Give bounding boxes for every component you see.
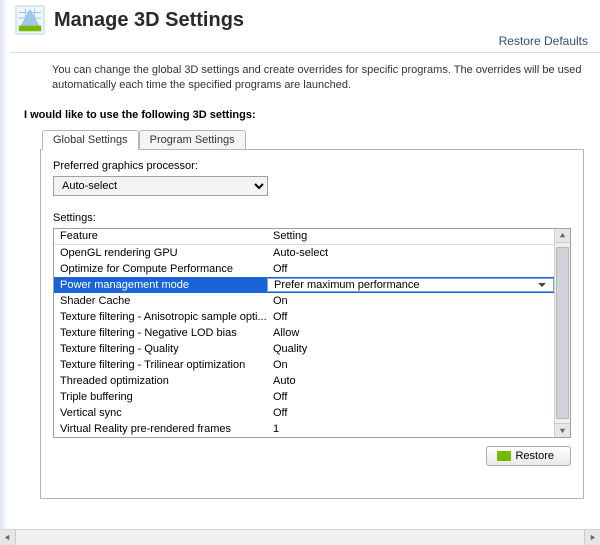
- tab-global-settings[interactable]: Global Settings: [42, 130, 139, 150]
- restore-button-label: Restore: [515, 450, 554, 462]
- settings-row[interactable]: Texture filtering - Anisotropic sample o…: [54, 309, 554, 325]
- settings-row-value[interactable]: Off: [267, 263, 554, 275]
- settings-row-feature: Shader Cache: [54, 295, 267, 307]
- nvidia-icon: [497, 451, 511, 461]
- settings-row-feature: Vertical sync: [54, 407, 267, 419]
- grid-header: Feature Setting: [54, 229, 554, 245]
- settings-row-value[interactable]: Off: [267, 311, 554, 323]
- settings-row-value[interactable]: 1: [267, 423, 554, 435]
- settings-row-feature: Texture filtering - Trilinear optimizati…: [54, 359, 267, 371]
- settings-row[interactable]: Texture filtering - QualityQuality: [54, 341, 554, 357]
- settings-row-value[interactable]: Allow: [267, 327, 554, 339]
- settings-row-feature: OpenGL rendering GPU: [54, 247, 267, 259]
- settings-row[interactable]: Triple bufferingOff: [54, 389, 554, 405]
- settings-row-value[interactable]: Auto-select: [267, 247, 554, 259]
- scroll-up-button[interactable]: [555, 229, 570, 243]
- settings-row[interactable]: Threaded optimizationAuto: [54, 373, 554, 389]
- settings-row-feature: Threaded optimization: [54, 375, 267, 387]
- settings-row-feature: Power management mode: [54, 279, 267, 291]
- settings-row[interactable]: Texture filtering - Trilinear optimizati…: [54, 357, 554, 373]
- restore-button[interactable]: Restore: [486, 446, 571, 466]
- settings-row-feature: Texture filtering - Negative LOD bias: [54, 327, 267, 339]
- settings-row[interactable]: Optimize for Compute PerformanceOff: [54, 261, 554, 277]
- col-header-setting[interactable]: Setting: [267, 230, 554, 242]
- settings-row-feature: Optimize for Compute Performance: [54, 263, 267, 275]
- settings-row[interactable]: OpenGL rendering GPUAuto-select: [54, 245, 554, 261]
- settings-row[interactable]: Vertical syncOff: [54, 405, 554, 421]
- preferred-processor-label: Preferred graphics processor:: [53, 160, 571, 172]
- settings-label: Settings:: [53, 212, 571, 224]
- settings-row-value[interactable]: Prefer maximum performance: [267, 278, 554, 292]
- page-title: Manage 3D Settings: [54, 9, 244, 32]
- section-label: I would like to use the following 3D set…: [24, 109, 590, 121]
- scroll-down-button[interactable]: [555, 423, 570, 437]
- tab-panel-global: Preferred graphics processor: Auto-selec…: [40, 149, 584, 499]
- header: Manage 3D Settings Restore Defaults: [10, 0, 600, 53]
- restore-defaults-link[interactable]: Restore Defaults: [499, 34, 588, 48]
- settings-row-value[interactable]: On: [267, 359, 554, 371]
- settings-row[interactable]: Shader CacheOn: [54, 293, 554, 309]
- hscroll-right-button[interactable]: [584, 530, 600, 545]
- col-header-feature[interactable]: Feature: [54, 230, 267, 242]
- settings-row-value[interactable]: Quality: [267, 343, 554, 355]
- grid-scrollbar[interactable]: [554, 229, 570, 437]
- settings-row-feature: Texture filtering - Quality: [54, 343, 267, 355]
- settings-row-feature: Texture filtering - Anisotropic sample o…: [54, 311, 267, 323]
- settings-row-feature: Triple buffering: [54, 391, 267, 403]
- scroll-thumb[interactable]: [556, 247, 569, 419]
- tab-strip: Global Settings Program Settings: [40, 129, 584, 149]
- tab-program-settings[interactable]: Program Settings: [139, 130, 246, 150]
- hscroll-left-button[interactable]: [0, 530, 16, 545]
- settings-row-value[interactable]: Auto: [267, 375, 554, 387]
- settings-row-value[interactable]: Off: [267, 407, 554, 419]
- settings-row[interactable]: Power management modePrefer maximum perf…: [54, 277, 554, 293]
- settings-row-feature: Virtual Reality pre-rendered frames: [54, 423, 267, 435]
- chevron-down-icon[interactable]: [535, 283, 549, 287]
- settings-row-value[interactable]: On: [267, 295, 554, 307]
- window-left-stripe: [0, 0, 8, 545]
- settings-row[interactable]: Texture filtering - Negative LOD biasAll…: [54, 325, 554, 341]
- preferred-processor-select[interactable]: Auto-select: [53, 176, 268, 196]
- settings-row[interactable]: Virtual Reality pre-rendered frames1: [54, 421, 554, 437]
- intro-text: You can change the global 3D settings an…: [52, 63, 590, 93]
- header-icon: [14, 4, 46, 36]
- settings-row-value[interactable]: Off: [267, 391, 554, 403]
- window-horizontal-scrollbar[interactable]: [0, 529, 600, 545]
- settings-grid: Feature Setting OpenGL rendering GPUAuto…: [53, 228, 571, 438]
